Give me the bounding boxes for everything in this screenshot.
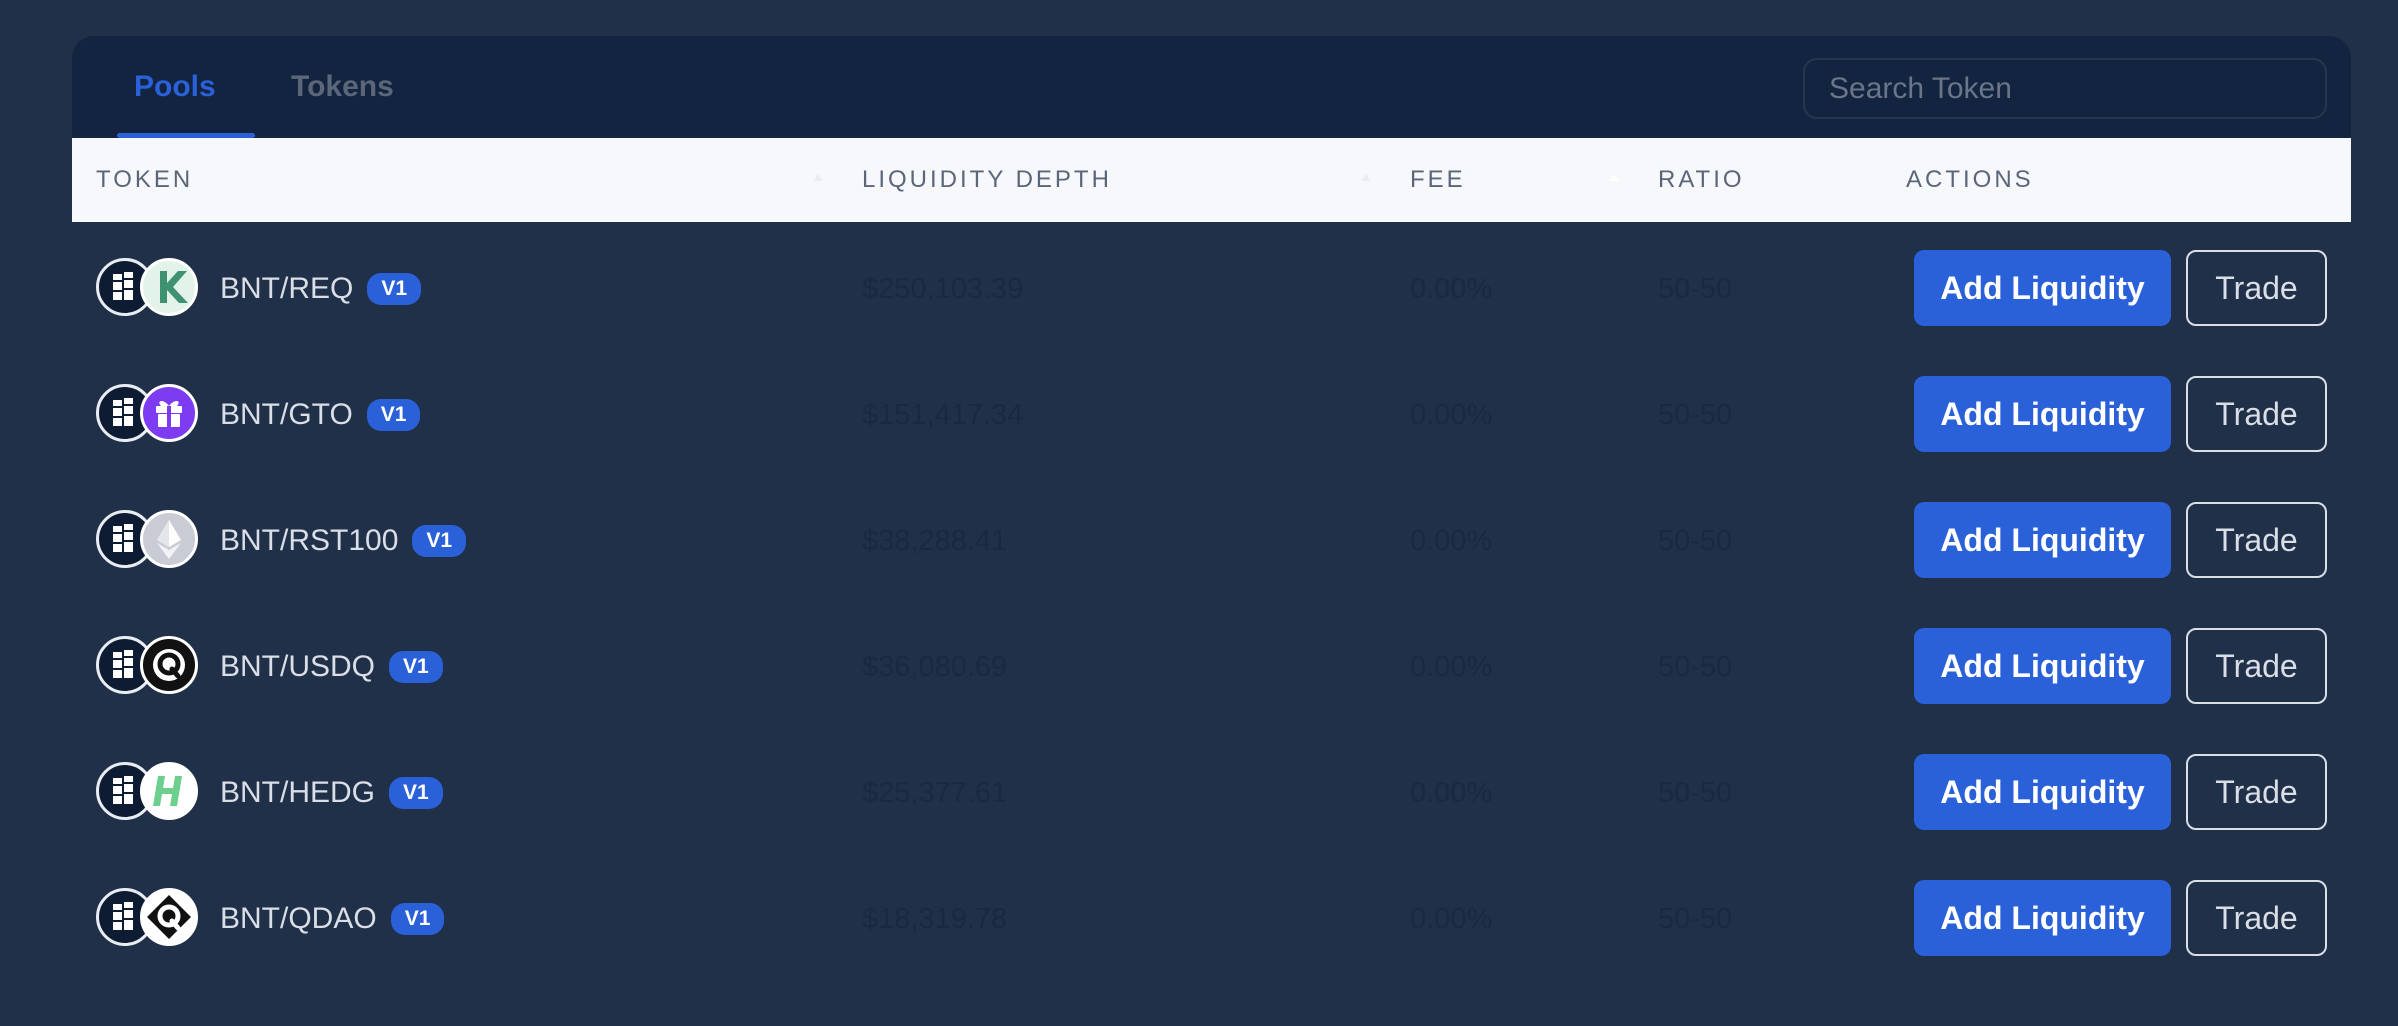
- pool-pair-name[interactable]: BNT/REQ: [220, 272, 353, 306]
- version-badge: V1: [389, 651, 443, 683]
- sort-caret-icon[interactable]: [1361, 174, 1371, 181]
- version-badge: V1: [412, 525, 467, 557]
- table-row: BNT/HEDG V1 $25,377.61 0.00% 50-50 Add L…: [72, 730, 2351, 856]
- fee-value: 0.00%: [1410, 777, 1493, 809]
- column-header-token[interactable]: TOKEN: [96, 166, 193, 194]
- liquidity-depth-value: $250,103.39: [862, 273, 1024, 305]
- add-liquidity-button[interactable]: Add Liquidity: [1914, 250, 2171, 326]
- pool-pair-name[interactable]: BNT/QDAO: [220, 902, 377, 936]
- liquidity-depth-value: $36,080.69: [862, 651, 1008, 683]
- trade-button[interactable]: Trade: [2186, 628, 2327, 704]
- gift-icon: [140, 384, 198, 442]
- trade-button[interactable]: Trade: [2186, 880, 2327, 956]
- version-badge: V1: [389, 777, 443, 809]
- ratio-value: 50-50: [1658, 777, 1733, 809]
- ratio-value: 50-50: [1658, 399, 1733, 431]
- qdao-icon: [140, 888, 198, 946]
- liquidity-depth-value: $151,417.34: [862, 399, 1024, 431]
- pool-pair-name[interactable]: BNT/HEDG: [220, 776, 375, 810]
- add-liquidity-button[interactable]: Add Liquidity: [1914, 502, 2171, 578]
- tab-tokens[interactable]: Tokens: [291, 70, 394, 104]
- column-header-ratio[interactable]: RATIO: [1658, 166, 1745, 194]
- table-header: TOKEN LIQUIDITY DEPTH FEE RATIO ACTIONS: [72, 138, 2351, 222]
- ratio-value: 50-50: [1658, 525, 1733, 557]
- fee-value: 0.00%: [1410, 273, 1493, 305]
- pool-pair-name[interactable]: BNT/USDQ: [220, 650, 375, 684]
- hedge-icon: [140, 762, 198, 820]
- table-row: BNT/USDQ V1 $36,080.69 0.00% 50-50 Add L…: [72, 604, 2351, 730]
- pool-pair: BNT/USDQ V1: [220, 650, 443, 684]
- version-badge: V1: [390, 903, 445, 935]
- column-header-actions: ACTIONS: [1906, 166, 2034, 193]
- fee-value: 0.00%: [1410, 903, 1493, 935]
- fee-value: 0.00%: [1410, 651, 1493, 683]
- pool-pair: BNT/HEDG V1: [220, 776, 443, 810]
- table-row: BNT/GTO V1 $151,417.34 0.00% 50-50 Add L…: [72, 352, 2351, 478]
- tab-pools[interactable]: Pools: [134, 70, 216, 104]
- ratio-value: 50-50: [1658, 273, 1733, 305]
- table-row: BNT/REQ V1 $250,103.39 0.00% 50-50 Add L…: [72, 226, 2351, 352]
- pool-pair-name[interactable]: BNT/RST100: [220, 524, 398, 558]
- sort-caret-icon[interactable]: [1609, 174, 1619, 181]
- add-liquidity-button[interactable]: Add Liquidity: [1914, 880, 2171, 956]
- add-liquidity-button[interactable]: Add Liquidity: [1914, 376, 2171, 452]
- pool-pair-name[interactable]: BNT/GTO: [220, 398, 353, 432]
- trade-button[interactable]: Trade: [2186, 250, 2327, 326]
- usdq-icon: [140, 636, 198, 694]
- fee-value: 0.00%: [1410, 399, 1493, 431]
- fee-value: 0.00%: [1410, 525, 1493, 557]
- tab-bar: Pools Tokens: [72, 36, 2351, 138]
- request-network-icon: [140, 258, 198, 316]
- trade-button[interactable]: Trade: [2186, 754, 2327, 830]
- column-header-liquidity-depth[interactable]: LIQUIDITY DEPTH: [862, 166, 1112, 194]
- column-header-fee[interactable]: FEE: [1410, 166, 1466, 194]
- liquidity-depth-value: $25,377.61: [862, 777, 1008, 809]
- trade-button[interactable]: Trade: [2186, 502, 2327, 578]
- sort-caret-icon[interactable]: [813, 174, 823, 181]
- ratio-value: 50-50: [1658, 903, 1733, 935]
- add-liquidity-button[interactable]: Add Liquidity: [1914, 754, 2171, 830]
- ratio-value: 50-50: [1658, 651, 1733, 683]
- version-badge: V1: [367, 273, 422, 305]
- pool-pair: BNT/GTO V1: [220, 398, 421, 432]
- ethereum-icon: [140, 510, 198, 568]
- search-token-input[interactable]: [1803, 58, 2327, 119]
- table-row: BNT/QDAO V1 $18,319.78 0.00% 50-50 Add L…: [72, 856, 2351, 982]
- pools-panel: Pools Tokens TOKEN LIQUIDITY DEPTH FEE R…: [72, 36, 2351, 1026]
- pool-pair: BNT/RST100 V1: [220, 524, 467, 558]
- pool-pair: BNT/REQ V1: [220, 272, 422, 306]
- table-row: BNT/RST100 V1 $38,288.41 0.00% 50-50 Add…: [72, 478, 2351, 604]
- liquidity-depth-value: $18,319.78: [862, 903, 1008, 935]
- version-badge: V1: [366, 399, 421, 431]
- liquidity-depth-value: $38,288.41: [862, 525, 1008, 557]
- trade-button[interactable]: Trade: [2186, 376, 2327, 452]
- add-liquidity-button[interactable]: Add Liquidity: [1914, 628, 2171, 704]
- pool-pair: BNT/QDAO V1: [220, 902, 445, 936]
